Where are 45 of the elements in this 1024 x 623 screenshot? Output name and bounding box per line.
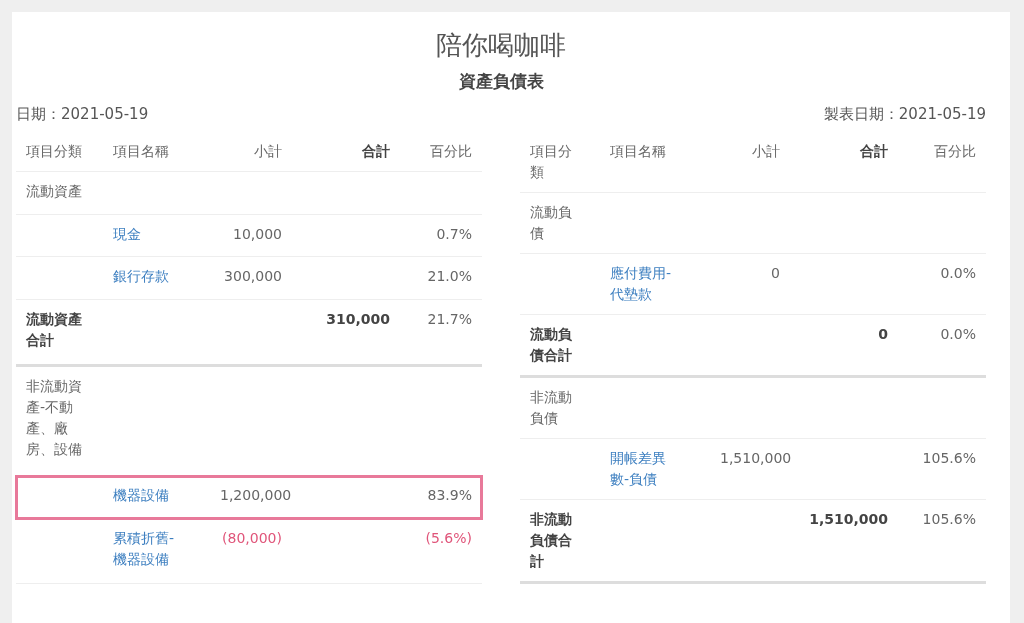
column-header: 百分比 [898,132,986,193]
percent-cell: 21.7% [400,299,482,366]
subtotal-cell: 10,000 [210,214,292,257]
column-header: 項目名稱 [600,132,710,193]
column-header: 項目名稱 [98,132,210,172]
account-link[interactable]: 開帳差異數-負債 [610,448,680,490]
total-cell: 310,000 [292,299,400,366]
percent-cell: 0.7% [400,214,482,257]
category-cell: 流動資產 [16,171,98,215]
account-link[interactable]: 應付費用-代墊款 [610,263,680,305]
percent-cell: 83.9% [400,475,482,519]
account-link[interactable]: 現金 [113,223,183,245]
account-link[interactable]: 銀行存款 [113,266,183,288]
column-header: 項目分類 [16,132,98,172]
percent-cell: 0.0% [898,253,986,315]
report-title: 資產負債表 [457,70,545,93]
percent-cell: 0.0% [898,314,986,377]
total-label: 流動負債合計 [520,314,600,377]
subtotal-cell: 1,200,000 [210,475,292,519]
column-header: 項目分類 [520,132,600,193]
account-link[interactable]: 機器設備 [113,485,183,507]
column-header: 合計 [292,132,400,172]
total-label: 非流動負債合計 [520,499,600,583]
column-header: 百分比 [400,132,482,172]
subtotal-cell: 1,510,000 [710,438,790,500]
report-date: 日期：2021-05-19 [16,105,149,124]
account-link[interactable]: 累積折舊-機器設備 [113,528,183,570]
total-cell: 1,510,000 [790,499,898,583]
category-cell: 流動負債 [520,192,600,254]
total-cell: 0 [790,314,898,377]
category-cell: 非流動負債 [520,376,600,439]
percent-cell: 105.6% [898,499,986,583]
percent-cell: 21.0% [400,256,482,300]
total-label: 流動資產合計 [16,299,98,366]
column-header: 小計 [710,132,790,193]
subtotal-cell: 0 [710,253,790,315]
category-cell: 非流動資產-不動產、廠房、設備 [16,365,98,476]
subtotal-cell: (80,000) [210,518,292,584]
subtotal-cell: 300,000 [210,256,292,300]
made-date: 製表日期：2021-05-19 [823,105,986,124]
percent-cell: 105.6% [898,438,986,500]
column-header: 小計 [210,132,292,172]
percent-cell: (5.6%) [400,518,482,584]
column-header: 合計 [790,132,898,193]
company-name: 陪你喝咖啡 [435,29,567,62]
